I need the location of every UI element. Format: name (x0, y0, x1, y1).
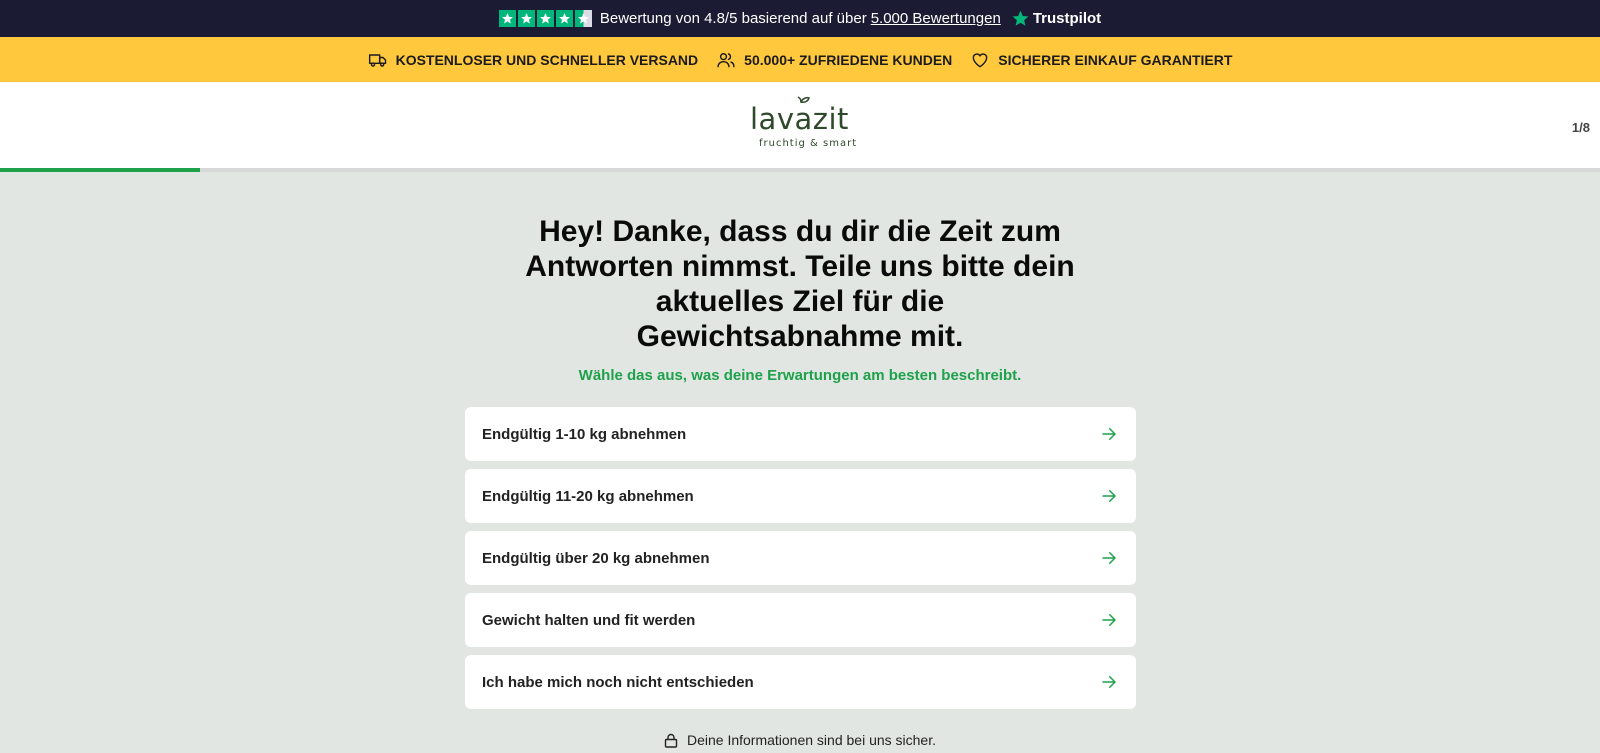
arrow-right-icon (1102, 490, 1116, 502)
rating-stars (498, 10, 592, 27)
progress-bar (0, 168, 1600, 172)
question-subtitle: Wähle das aus, was deine Erwartungen am … (578, 367, 1022, 384)
star-icon (498, 10, 516, 27)
logo-tagline: fruchtig & smart (759, 138, 858, 149)
step-counter: 1/8 (1571, 120, 1590, 135)
benefits-bar: KOSTENLOSER UND SCHNELLER VERSAND 50.000… (0, 37, 1600, 82)
trustpilot-logo[interactable]: Trustpilot (1011, 9, 1101, 28)
brand-logo[interactable]: lavazit fruchtig & smart (740, 96, 860, 152)
benefit-shipping: KOSTENLOSER UND SCHNELLER VERSAND (368, 50, 699, 70)
heart-icon (972, 52, 988, 67)
apple-icon (797, 96, 810, 103)
star-icon (536, 10, 554, 27)
question-title: Hey! Danke, dass du dir die Zeit zum Ant… (525, 215, 1075, 353)
privacy-text: Deine Informationen sind bei uns sicher. (686, 732, 937, 748)
benefit-label: KOSTENLOSER UND SCHNELLER VERSAND (395, 51, 699, 68)
privacy-note: Deine Informationen sind bei uns sicher. (0, 732, 1600, 748)
truck-icon (368, 53, 386, 67)
option-label: Gewicht halten und fit werden (482, 611, 696, 629)
trustpilot-bar: Bewertung von 4.8/5 basierend auf über 5… (0, 0, 1600, 37)
answer-option[interactable]: Endgültig über 20 kg abnehmen (465, 531, 1136, 585)
arrow-right-icon (1102, 428, 1116, 440)
star-icon (517, 10, 535, 27)
option-label: Ich habe mich noch nicht entschieden (482, 673, 754, 691)
benefit-label: SICHERER EINKAUF GARANTIERT (998, 51, 1233, 68)
trustpilot-wordmark: Trustpilot (1032, 10, 1102, 27)
answer-option[interactable]: Endgültig 1-10 kg abnehmen (465, 407, 1136, 461)
half-star-icon (574, 10, 592, 27)
option-label: Endgültig über 20 kg abnehmen (482, 549, 710, 567)
answer-option[interactable]: Endgültig 11-20 kg abnehmen (465, 469, 1136, 523)
rating-text: Bewertung von 4.8/5 basierend auf über (599, 10, 867, 27)
benefit-label: 50.000+ ZUFRIEDENE KUNDEN (744, 51, 953, 68)
option-label: Endgültig 11-20 kg abnehmen (482, 487, 694, 505)
site-header: lavazit fruchtig & smart 1/8 (0, 82, 1600, 168)
star-icon (555, 10, 573, 27)
option-label: Endgültig 1-10 kg abnehmen (482, 425, 687, 443)
reviews-link[interactable]: 5.000 Bewertungen (871, 10, 1001, 27)
arrow-right-icon (1102, 676, 1116, 688)
benefit-secure: SICHERER EINKAUF GARANTIERT (970, 50, 1232, 70)
lock-icon (664, 733, 678, 748)
users-icon (717, 52, 735, 67)
arrow-right-icon (1102, 614, 1116, 626)
answer-options: Endgültig 1-10 kg abnehmen Endgültig 11-… (465, 407, 1136, 717)
progress-fill (0, 168, 200, 172)
trustpilot-star-icon (1012, 10, 1029, 26)
answer-option[interactable]: Ich habe mich noch nicht entschieden (465, 655, 1136, 709)
benefit-customers: 50.000+ ZUFRIEDENE KUNDEN (716, 50, 952, 70)
answer-option[interactable]: Gewicht halten und fit werden (465, 593, 1136, 647)
arrow-right-icon (1102, 552, 1116, 564)
